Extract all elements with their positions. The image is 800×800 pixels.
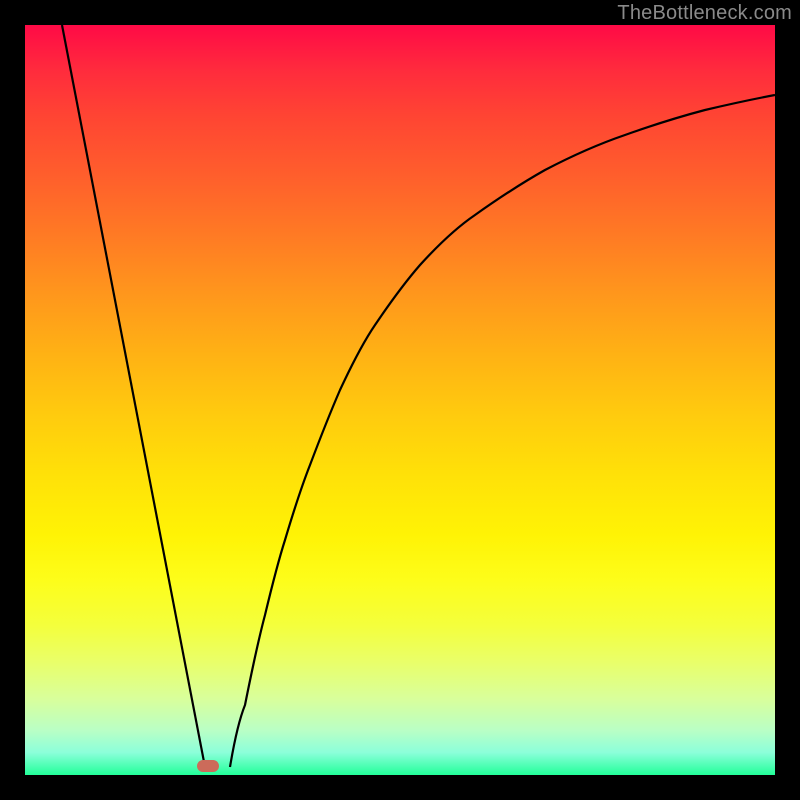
curve-svg — [25, 25, 775, 775]
plot-area — [25, 25, 775, 775]
vertex-marker — [197, 760, 219, 772]
watermark-text: TheBottleneck.com — [617, 2, 792, 25]
curve-right-branch — [230, 95, 775, 767]
chart-frame: TheBottleneck.com — [0, 0, 800, 800]
curve-left-branch — [62, 25, 205, 767]
